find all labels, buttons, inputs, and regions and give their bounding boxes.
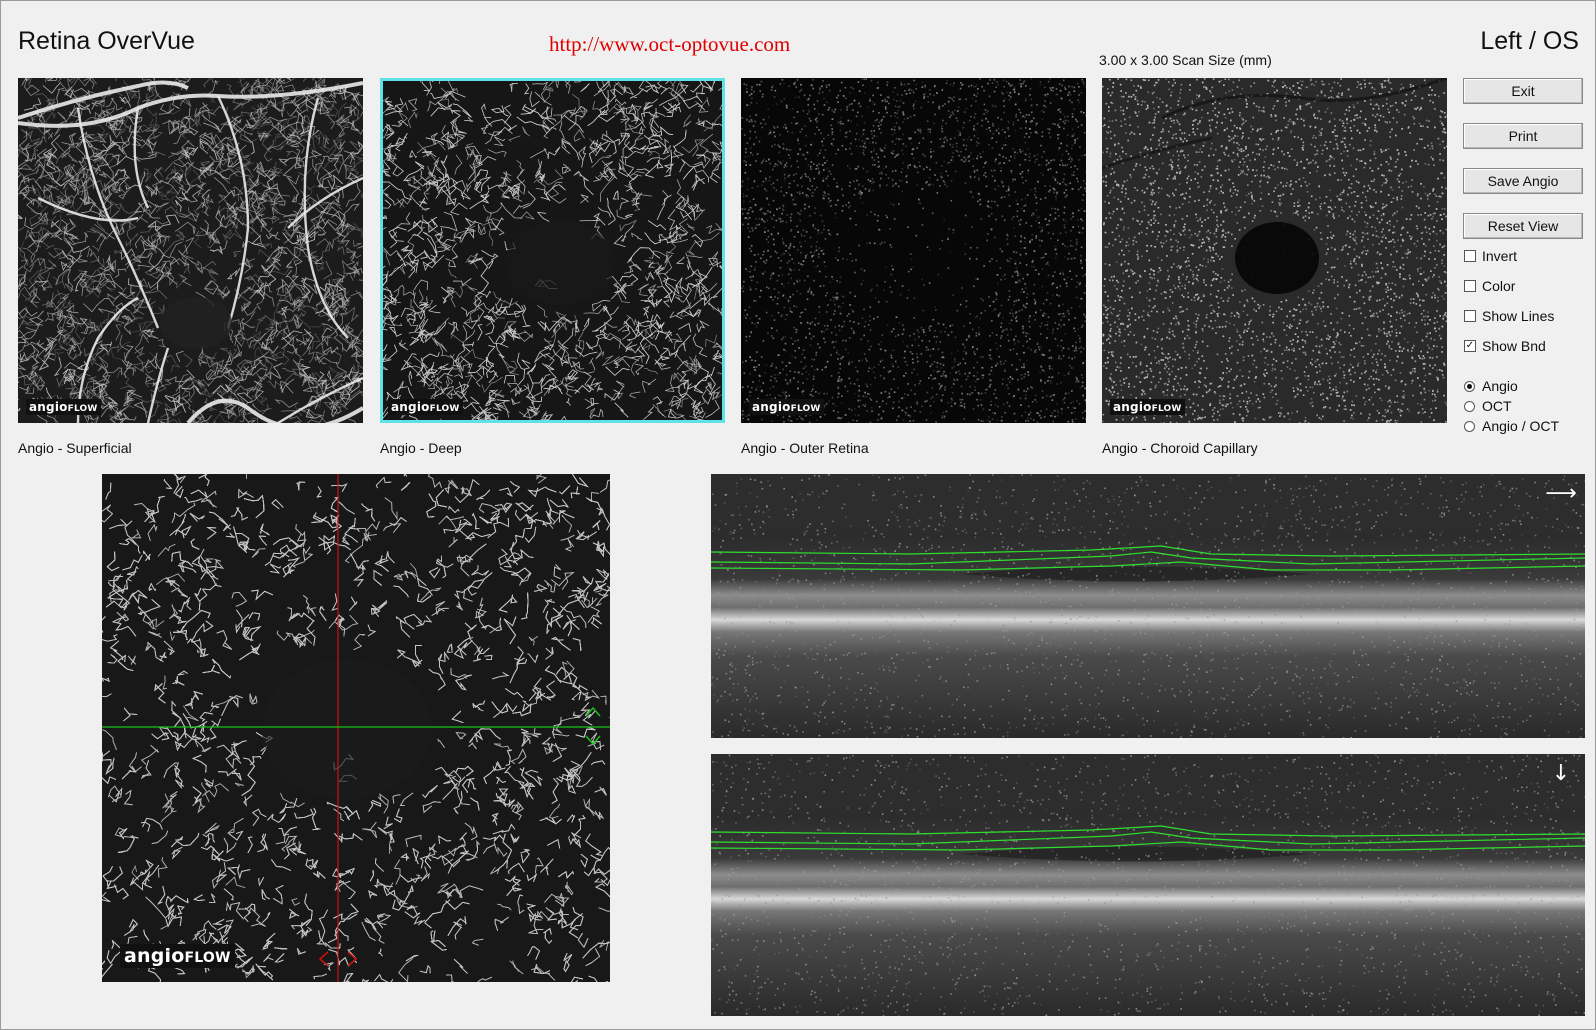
eye-indicator: Left / OS bbox=[1480, 27, 1579, 56]
thumbnail-label-choroid-capillary: Angio - Choroid Capillary bbox=[1102, 440, 1258, 456]
thumbnail-label-superficial: Angio - Superficial bbox=[18, 440, 132, 456]
save-angio-button[interactable]: Save Angio bbox=[1463, 168, 1583, 194]
enface-viewer[interactable]: angioFLOW bbox=[102, 474, 610, 982]
radio-label: Angio / OCT bbox=[1482, 417, 1559, 435]
print-button[interactable]: Print bbox=[1463, 123, 1583, 149]
angioflow-logo: angioFLOW bbox=[1110, 399, 1185, 415]
radio-dot[interactable] bbox=[1464, 401, 1475, 412]
image-canvas: ⟶ bbox=[711, 474, 1585, 738]
checkbox-label: Color bbox=[1482, 277, 1515, 295]
radio-dot[interactable] bbox=[1464, 421, 1475, 432]
arrow-right-icon: ⟶ bbox=[1545, 481, 1577, 506]
checkbox-label: Show Bnd bbox=[1482, 337, 1546, 355]
radio-label: Angio bbox=[1482, 377, 1518, 395]
image-canvas bbox=[741, 78, 1086, 423]
website-url: http://www.oct-optovue.com bbox=[549, 32, 790, 57]
exit-button[interactable]: Exit bbox=[1463, 78, 1583, 104]
angioflow-logo: angioFLOW bbox=[388, 399, 463, 415]
image-canvas bbox=[380, 78, 725, 423]
checkbox-box[interactable] bbox=[1464, 280, 1476, 292]
reset-view-button[interactable]: Reset View bbox=[1463, 213, 1583, 239]
image-canvas bbox=[1102, 78, 1447, 423]
angioflow-logo: angioFLOW bbox=[120, 944, 235, 968]
thumbnail-label-outer-retina: Angio - Outer Retina bbox=[741, 440, 869, 456]
radio-dot[interactable] bbox=[1464, 381, 1475, 392]
checkbox-box[interactable] bbox=[1464, 250, 1476, 262]
image-canvas bbox=[102, 474, 610, 982]
arrow-down-icon: ↓ bbox=[1552, 761, 1570, 786]
checkbox-box[interactable] bbox=[1464, 310, 1476, 322]
bscan-vertical[interactable]: ↓ bbox=[711, 754, 1585, 1016]
thumbnail-deep[interactable]: angioFLOW bbox=[380, 78, 725, 423]
angioflow-logo: angioFLOW bbox=[26, 399, 101, 415]
thumbnail-label-deep: Angio - Deep bbox=[380, 440, 462, 456]
radio-label: OCT bbox=[1482, 397, 1512, 415]
bscan-horizontal[interactable]: ⟶ bbox=[711, 474, 1585, 738]
image-canvas bbox=[18, 78, 363, 423]
checkbox-label: Invert bbox=[1482, 247, 1517, 265]
thumbnail-superficial[interactable]: angioFLOW bbox=[18, 78, 363, 423]
app-title: Retina OverVue bbox=[18, 27, 195, 56]
app-window: Retina OverVue http://www.oct-optovue.co… bbox=[0, 0, 1596, 1030]
thumbnail-outer-retina[interactable]: angioFLOW bbox=[741, 78, 1086, 423]
image-canvas: ↓ bbox=[711, 754, 1585, 1016]
checkbox-label: Show Lines bbox=[1482, 307, 1554, 325]
checkbox-box[interactable]: ✓ bbox=[1464, 340, 1476, 352]
angioflow-logo: angioFLOW bbox=[749, 399, 824, 415]
scan-size-label: 3.00 x 3.00 Scan Size (mm) bbox=[1099, 52, 1272, 68]
thumbnail-choroid-capillary[interactable]: angioFLOW bbox=[1102, 78, 1447, 423]
